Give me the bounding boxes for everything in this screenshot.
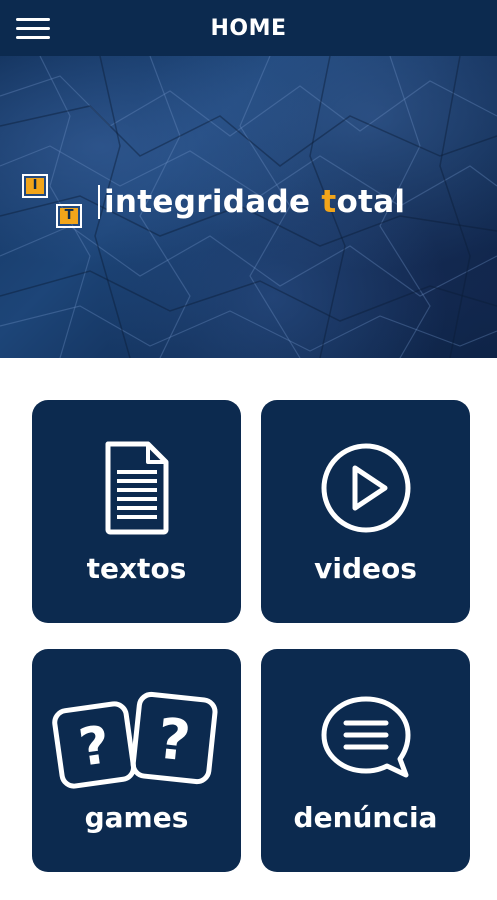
logo-word-integridade: integridade: [104, 184, 311, 220]
svg-text:?: ?: [75, 715, 113, 779]
app-bar: HOME: [0, 0, 497, 56]
videos-label: videos: [314, 552, 417, 585]
videos-tile-button[interactable]: videos: [261, 400, 470, 623]
integridade-total-logo: I T integridade total: [22, 174, 405, 230]
logo-square-t: T: [56, 204, 82, 228]
denuncia-label: denúncia: [293, 801, 438, 834]
denuncia-tile-button[interactable]: denúncia: [261, 649, 470, 872]
document-icon: [32, 440, 241, 536]
speech-bubble-icon: [261, 689, 470, 785]
games-label: games: [84, 801, 189, 834]
play-circle-icon: [261, 440, 470, 536]
svg-text:?: ?: [154, 706, 193, 774]
hero-banner: I T integridade total: [0, 56, 497, 358]
logo-accent-letter: t: [321, 184, 337, 220]
textos-label: textos: [86, 552, 187, 585]
logo-word-total-rest: otal: [336, 184, 406, 220]
logo-separator: [98, 185, 100, 219]
logo-mark: I T: [22, 174, 84, 230]
logo-square-i: I: [22, 174, 48, 198]
logo-wordmark: integridade total: [104, 184, 405, 220]
games-tile-button[interactable]: ? ? games: [32, 649, 241, 872]
hamburger-menu-icon[interactable]: [16, 14, 54, 42]
question-dice-icon: ? ?: [32, 689, 241, 789]
page-title: HOME: [210, 15, 287, 41]
textos-tile-button[interactable]: textos: [32, 400, 241, 623]
